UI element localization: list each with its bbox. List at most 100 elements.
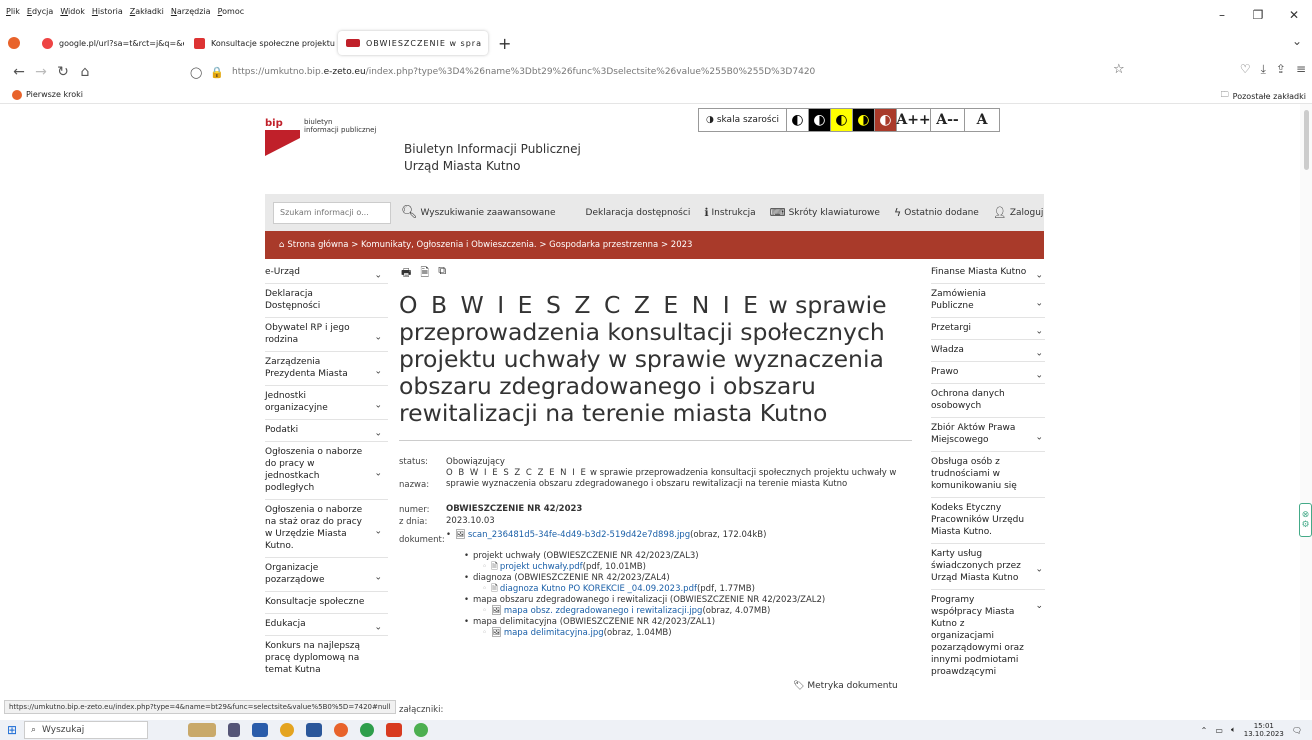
sidebar-item-edukacja[interactable]: Edukacja ⌄ xyxy=(265,614,388,636)
file-explorer-icon[interactable] xyxy=(252,723,268,737)
chevron-down-icon[interactable]: ⌄ xyxy=(374,365,382,377)
forward-icon[interactable]: → xyxy=(30,64,52,80)
restore-icon[interactable]: ❐ xyxy=(1240,0,1276,30)
attachment-link[interactable]: diagnoza Kutno PO KOREKCIE _04.09.2023.p… xyxy=(500,584,697,595)
attachment-link[interactable]: mapa delimitacyjna.jpg xyxy=(504,628,604,639)
notifications-icon[interactable]: 🗨 xyxy=(1292,726,1302,735)
font-reset-button[interactable]: A xyxy=(965,109,999,131)
weather-icon[interactable] xyxy=(188,723,216,737)
close-circle-icon[interactable]: ⊗ xyxy=(1302,510,1310,520)
search-input[interactable] xyxy=(273,201,391,224)
task-view-icon[interactable] xyxy=(228,723,240,737)
sidebar-item-konsultacje[interactable]: Konsultacje społeczne xyxy=(265,592,388,614)
sidebar-item-zbior-aktow[interactable]: Zbiór Aktów Prawa Miejscowego ⌄ xyxy=(931,418,1045,452)
copy-icon[interactable]: ⧉ xyxy=(438,264,446,283)
sidebar-item-deklaracja[interactable]: Deklaracja Dostępności xyxy=(265,284,388,318)
network-icon[interactable]: ▭ xyxy=(1215,726,1223,735)
sidebar-item-kodeks[interactable]: Kodeks Etyczny Pracowników Urzędu Miasta… xyxy=(931,498,1045,544)
login-link[interactable]: 👤︎ Zaloguj xyxy=(993,206,1044,219)
tab-konsultacje[interactable]: Konsultacje społeczne projektu ✕ xyxy=(186,31,336,55)
contrast-black-white-button[interactable]: ◐ xyxy=(809,109,831,131)
tray-chevron-icon[interactable]: ⌃ xyxy=(1201,726,1208,735)
chevron-down-icon[interactable]: ⌄ xyxy=(1035,369,1043,381)
sidebar-item-prawo[interactable]: Prawo ⌄ xyxy=(931,362,1045,384)
sidebar-item-jednostki[interactable]: Jednostki organizacyjne ⌄ xyxy=(265,386,388,420)
sidebar-item-obsluga-osob[interactable]: Obsługa osób z trudnościami w komunikowa… xyxy=(931,452,1045,498)
sidebar-item-zamowienia[interactable]: Zamówienia Publiczne ⌄ xyxy=(931,284,1045,318)
sidebar-item-przetargi[interactable]: Przetargi ⌄ xyxy=(931,318,1045,340)
attachment-link[interactable]: mapa obsz. zdegradowanego i rewitalizacj… xyxy=(504,606,703,617)
advanced-search-link[interactable]: 🔍︎ Wyszukiwanie zaawansowane xyxy=(401,205,556,220)
menu-widok[interactable]: Widok xyxy=(60,7,85,16)
sidebar-item-obywatel[interactable]: Obywatel RP i jego rodzina ⌄ xyxy=(265,318,388,352)
sidebar-item-zarzadzenia[interactable]: Zarządzenia Prezydenta Miasta ⌄ xyxy=(265,352,388,386)
menu-narzedzia[interactable]: Narzędzia xyxy=(171,7,211,16)
sidebar-item-konkurs[interactable]: Konkurs na najlepszą pracę dyplomową na … xyxy=(265,636,388,681)
tab-google[interactable]: google.pl/url?sa=t&rct=j&q=&esrc ✕ xyxy=(34,31,184,55)
settings-icon[interactable]: ⚙ xyxy=(1301,520,1309,530)
bookmark-star-icon[interactable]: ☆ xyxy=(1113,62,1125,77)
menu-zakladki[interactable]: Zakładki xyxy=(130,7,164,16)
firefox-taskbar-icon[interactable] xyxy=(334,723,348,737)
shortcuts-link[interactable]: ⌨ Skróty klawiaturowe xyxy=(770,206,880,219)
volume-icon[interactable]: 🔈︎ xyxy=(1231,725,1236,735)
metryka-link[interactable]: 🏷︎ Metryka dokumentu xyxy=(793,681,898,691)
pdf-icon[interactable]: 🗎 xyxy=(420,264,429,283)
home-icon[interactable]: ⌂ xyxy=(279,240,284,250)
chevron-down-icon[interactable]: ⌄ xyxy=(374,427,382,439)
font-decrease-button[interactable]: A-- xyxy=(931,109,965,131)
downloads-icon[interactable]: ⤓ xyxy=(1261,62,1266,77)
sidebar-item-karty-uslug[interactable]: Karty usług świadczonych przez Urząd Mia… xyxy=(931,544,1045,590)
menu-plik[interactable]: Plik xyxy=(6,7,20,16)
clock[interactable]: 15:01 13.10.2023 xyxy=(1244,722,1284,738)
bookmark-pierwsze-kroki[interactable]: Pierwsze kroki xyxy=(26,90,83,99)
menu-historia[interactable]: Historia xyxy=(92,7,123,16)
menu-edycja[interactable]: Edycja xyxy=(27,7,53,16)
chevron-down-icon[interactable]: ⌄ xyxy=(1035,563,1043,575)
accessibility-declaration-link[interactable]: Deklaracja dostępności xyxy=(586,208,691,218)
acrobat-icon[interactable] xyxy=(386,723,402,737)
scrollbar[interactable] xyxy=(1300,104,1312,700)
chevron-down-icon[interactable]: ⌄ xyxy=(374,269,382,281)
sidebar-item-nabor-jednostki[interactable]: Ogłoszenia o naborze do pracy w jednostk… xyxy=(265,442,388,500)
chevron-down-icon[interactable]: ⌄ xyxy=(374,621,382,633)
chevron-down-icon[interactable]: ⌄ xyxy=(1035,347,1043,359)
chevron-down-icon[interactable]: ⌄ xyxy=(1035,269,1043,281)
menu-pomoc[interactable]: Pomoc xyxy=(218,7,245,16)
chevron-down-icon[interactable]: ⌄ xyxy=(374,571,382,583)
contrast-red-button[interactable]: ◐ xyxy=(875,109,897,131)
app-leaf-icon[interactable] xyxy=(414,723,428,737)
windows-start-icon[interactable]: ⊞ xyxy=(0,723,24,737)
tab-obwieszczenie[interactable]: OBWIESZCZENIE w spra ✕ xyxy=(338,31,488,55)
lock-icon[interactable]: 🔒 xyxy=(210,66,224,79)
chevron-down-icon[interactable]: ⌄ xyxy=(1035,297,1043,309)
list-tabs-icon[interactable]: ⌄ xyxy=(1292,34,1302,48)
side-widget[interactable]: ⊗ ⚙ xyxy=(1299,503,1312,537)
new-tab-icon[interactable]: + xyxy=(498,34,511,53)
attachment-link[interactable]: projekt uchwały.pdf xyxy=(500,562,583,573)
contrast-default-button[interactable]: ◐ xyxy=(787,109,809,131)
url-bar[interactable]: ◯ 🔒 https://umkutno.bip.e-zeto.eu/index.… xyxy=(190,60,1140,84)
chevron-down-icon[interactable]: ⌄ xyxy=(1035,325,1043,337)
sidebar-item-organizacje[interactable]: Organizacje pozarządowe ⌄ xyxy=(265,558,388,592)
chevron-down-icon[interactable]: ⌄ xyxy=(1035,600,1043,612)
share-icon[interactable]: ⇪ xyxy=(1276,62,1286,77)
chevron-down-icon[interactable]: ⌄ xyxy=(374,399,382,411)
sidebar-item-wladza[interactable]: Władza ⌄ xyxy=(931,340,1045,362)
sidebar-item-programy[interactable]: Programy współpracy Miasta Kutno z organ… xyxy=(931,590,1045,683)
close-icon[interactable]: ✕ xyxy=(1276,0,1312,30)
recently-added-link[interactable]: ϟ Ostatnio dodane xyxy=(894,206,979,219)
chevron-down-icon[interactable]: ⌄ xyxy=(374,467,382,479)
sidebar-item-ochrona-danych[interactable]: Ochrona danych osobowych xyxy=(931,384,1045,418)
document-file-link[interactable]: scan_236481d5-34fe-4d49-b3d2-519d42e7d89… xyxy=(468,530,690,541)
shield-icon[interactable]: ◯ xyxy=(190,66,202,79)
word-icon[interactable] xyxy=(306,723,322,737)
sidebar-item-e-urzad[interactable]: e-Urząd ⌄ xyxy=(265,262,388,284)
contrast-black-yellow-button[interactable]: ◐ xyxy=(853,109,875,131)
home-icon[interactable]: ⌂ xyxy=(74,64,96,80)
font-increase-button[interactable]: A++ xyxy=(896,109,931,131)
grayscale-button[interactable]: ◑ skala szarości xyxy=(699,109,787,131)
chevron-down-icon[interactable]: ⌄ xyxy=(374,331,382,343)
pocket-icon[interactable]: ♡ xyxy=(1240,62,1251,77)
sidebar-item-nabor-staz[interactable]: Ogłoszenia o naborze na staż oraz do pra… xyxy=(265,500,388,558)
